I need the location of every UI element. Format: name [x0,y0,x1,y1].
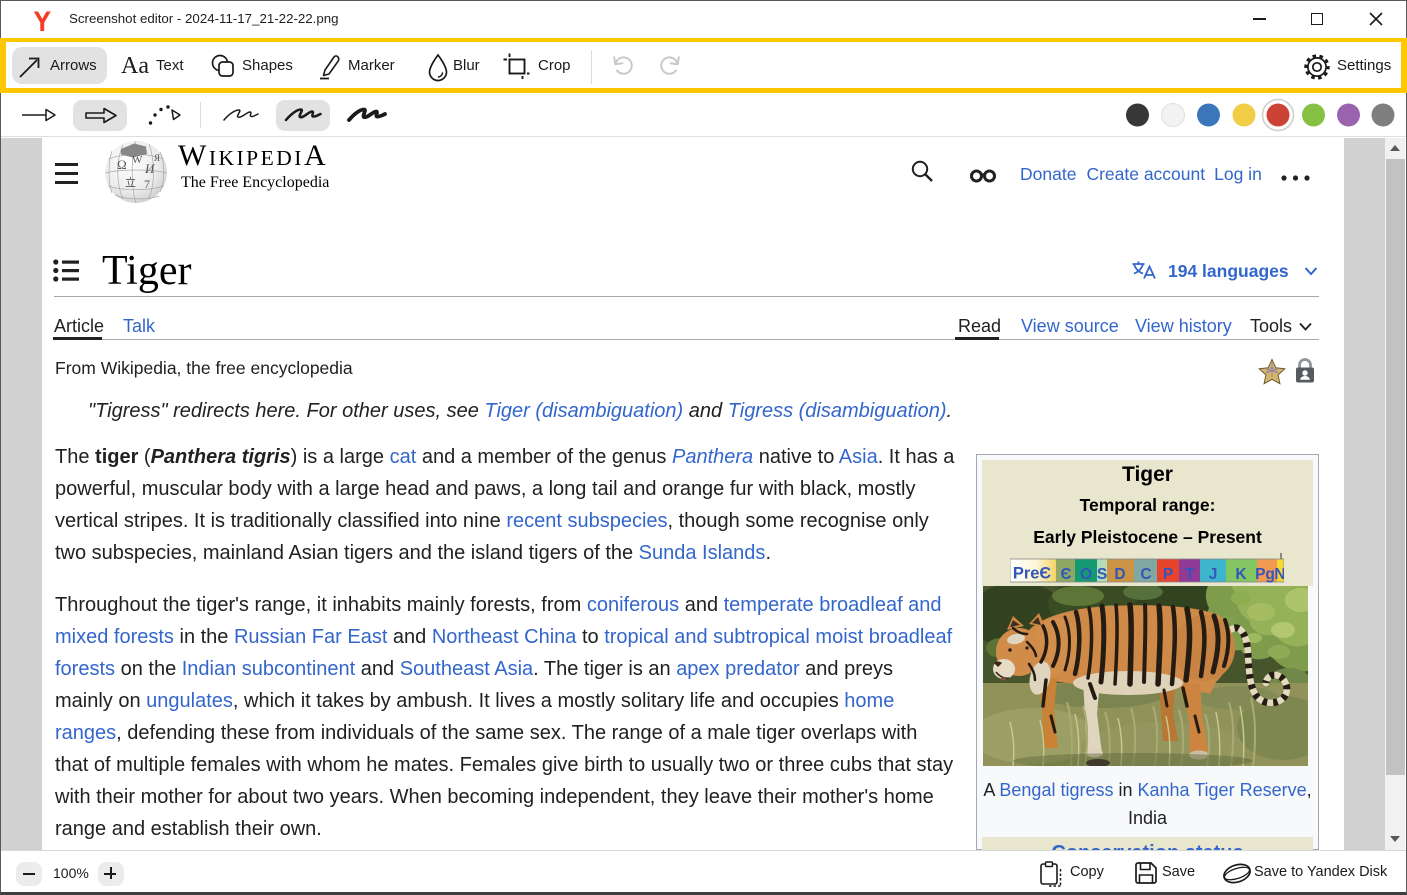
svg-text:И: И [144,161,155,176]
svg-text:Pg: Pg [1255,566,1275,583]
svg-text:W: W [132,154,143,166]
svg-text:立: 立 [125,175,136,189]
svg-text:Ω: Ω [117,157,127,172]
svg-text:J: J [1209,566,1218,583]
svg-text:D: D [1114,566,1125,583]
svg-text:O: O [1080,566,1092,583]
svg-text:T: T [1185,566,1195,583]
svg-text:Я: Я [154,153,160,163]
svg-text:C: C [1140,566,1151,583]
svg-text:7: 7 [144,177,150,191]
svg-text:Є: Є [1060,566,1071,583]
svg-text:K: K [1235,566,1247,583]
svg-text:PreЄ: PreЄ [1013,565,1052,583]
svg-text:N: N [1274,566,1284,583]
svg-text:P: P [1163,566,1173,583]
svg-text:S: S [1097,566,1107,583]
